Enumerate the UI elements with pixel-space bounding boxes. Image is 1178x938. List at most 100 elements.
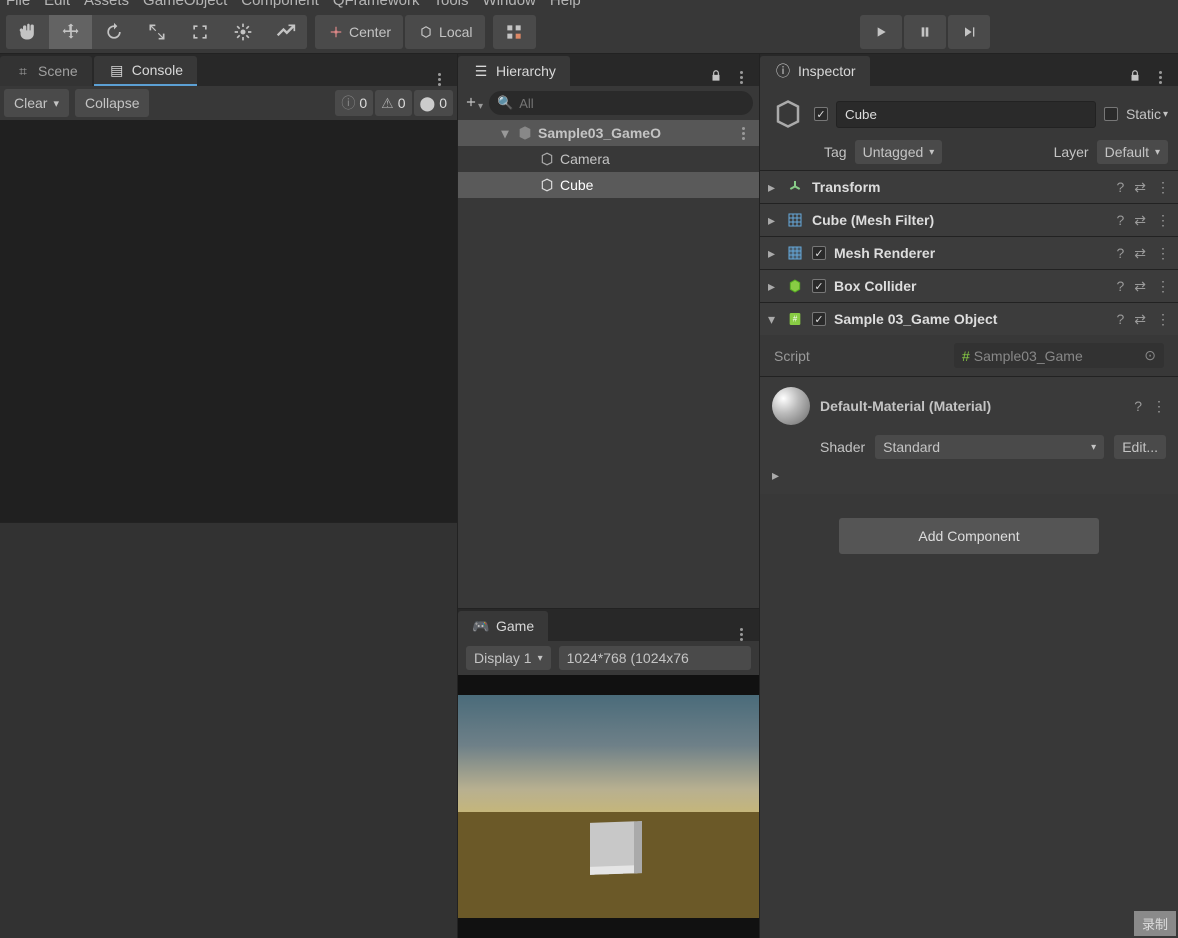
tree-item-cube[interactable]: Cube [458, 172, 759, 198]
lock-icon[interactable] [709, 69, 723, 86]
hierarchy-context-menu[interactable] [731, 71, 751, 84]
space-toggle[interactable]: Local [405, 15, 484, 49]
component-mesh-filter: ▸ Cube (Mesh Filter) ?⇄⋮ [760, 203, 1178, 236]
component-enabled-checkbox[interactable] [812, 246, 826, 260]
game-context-menu[interactable] [731, 628, 751, 641]
console-context-menu[interactable] [429, 73, 449, 86]
help-icon[interactable]: ? [1116, 311, 1124, 328]
fold-icon[interactable]: ▸ [768, 179, 778, 196]
console-info-count[interactable]: ⓘ0 [335, 90, 373, 116]
hand-tool[interactable] [6, 15, 49, 49]
tab-game[interactable]: 🎮 Game [458, 611, 548, 641]
help-icon[interactable]: ? [1116, 212, 1124, 229]
console-error-count[interactable]: ⬤0 [414, 90, 453, 116]
menu-icon[interactable]: ⋮ [1156, 212, 1170, 229]
preset-icon[interactable]: ⇄ [1134, 311, 1146, 328]
component-header[interactable]: ▸ Box Collider ?⇄⋮ [760, 270, 1178, 302]
move-tool[interactable] [49, 15, 92, 49]
console-warn-count[interactable]: ⚠0 [375, 90, 411, 116]
shader-dropdown[interactable]: Standard▾ [875, 435, 1104, 459]
menu-assets[interactable]: Assets [84, 0, 129, 9]
hierarchy-add[interactable]: ▾ [464, 95, 483, 112]
menu-gameobject[interactable]: GameObject [143, 0, 227, 9]
fold-icon[interactable]: ▸ [768, 245, 778, 262]
menu-window[interactable]: Window [483, 0, 536, 9]
menu-component[interactable]: Component [241, 0, 319, 9]
menu-icon[interactable]: ⋮ [1152, 398, 1166, 415]
scale-tool[interactable] [135, 15, 178, 49]
menu-tools[interactable]: Tools [434, 0, 469, 9]
console-icon: ▤ [108, 61, 126, 79]
mid-pane: ☰ Hierarchy ▾ 🔍 ▾ Sample03_GameO [458, 54, 760, 938]
component-header[interactable]: ▾ # Sample 03_Game Object ?⇄⋮ [760, 303, 1178, 335]
tab-inspector[interactable]: ⓘ Inspector [760, 56, 870, 86]
step-button[interactable] [948, 15, 990, 49]
object-picker-icon[interactable]: ⊙ [1144, 347, 1156, 364]
grid-snap-toggle[interactable] [493, 15, 536, 49]
fold-icon[interactable]: ▸ [768, 278, 778, 295]
resolution-dropdown[interactable]: 1024*768 (1024x76 [559, 646, 751, 670]
menu-icon[interactable]: ⋮ [1156, 245, 1170, 262]
display-dropdown[interactable]: Display 1▾ [466, 646, 551, 670]
component-header[interactable]: ▸ Cube (Mesh Filter) ?⇄⋮ [760, 204, 1178, 236]
inspector-context-menu[interactable] [1150, 71, 1170, 84]
pivot-toggle[interactable]: Center [315, 15, 403, 49]
tab-scene[interactable]: ⌗ Scene [0, 56, 92, 86]
fold-icon[interactable]: ▾ [768, 311, 778, 328]
search-icon: 🔍 [497, 95, 513, 111]
fold-icon[interactable]: ▸ [768, 212, 778, 229]
help-icon[interactable]: ? [1116, 278, 1124, 295]
help-icon[interactable]: ? [1116, 245, 1124, 262]
menu-qframework[interactable]: QFramework [333, 0, 420, 9]
layer-dropdown[interactable]: Default▾ [1097, 140, 1168, 164]
material-fold[interactable]: ▸ [772, 467, 779, 483]
menu-file[interactable]: File [6, 0, 30, 9]
script-label: Script [774, 348, 944, 364]
tab-console[interactable]: ▤ Console [94, 56, 197, 86]
edit-button[interactable]: Edit... [1114, 435, 1166, 459]
menu-help[interactable]: Help [550, 0, 581, 9]
fold-icon[interactable]: ▾ [498, 125, 512, 142]
hierarchy-search[interactable]: 🔍 [489, 91, 753, 115]
tag-dropdown[interactable]: Untagged▾ [855, 140, 943, 164]
static-label[interactable]: Static▾ [1126, 106, 1168, 122]
active-checkbox[interactable] [814, 107, 828, 121]
lock-icon[interactable] [1128, 69, 1142, 86]
preset-icon[interactable]: ⇄ [1134, 212, 1146, 229]
script-field[interactable]: # Sample03_Game ⊙ [954, 343, 1164, 368]
component-header[interactable]: ▸ Mesh Renderer ?⇄⋮ [760, 237, 1178, 269]
main: ⌗ Scene ▤ Console Clear Collapse ⓘ0 ⚠0 ⬤… [0, 54, 1178, 938]
help-icon[interactable]: ? [1134, 398, 1142, 414]
static-checkbox[interactable] [1104, 107, 1118, 121]
tab-hierarchy[interactable]: ☰ Hierarchy [458, 56, 570, 86]
menu-icon[interactable]: ⋮ [1156, 311, 1170, 328]
menu-icon[interactable]: ⋮ [1156, 179, 1170, 196]
preset-icon[interactable]: ⇄ [1134, 278, 1146, 295]
object-name-input[interactable] [836, 101, 1096, 128]
tree-item-camera[interactable]: Camera [458, 146, 759, 172]
rect-tool[interactable] [178, 15, 221, 49]
collider-icon [786, 277, 804, 295]
preset-icon[interactable]: ⇄ [1134, 245, 1146, 262]
play-button[interactable] [860, 15, 902, 49]
scene-row[interactable]: ▾ Sample03_GameO [458, 120, 759, 146]
rotate-tool[interactable] [92, 15, 135, 49]
component-script: ▾ # Sample 03_Game Object ?⇄⋮ Script # S… [760, 302, 1178, 376]
console-clear[interactable]: Clear [4, 89, 69, 117]
transform-icon [786, 178, 804, 196]
scene-menu[interactable] [733, 127, 753, 140]
console-collapse[interactable]: Collapse [75, 89, 149, 117]
menu-icon[interactable]: ⋮ [1156, 278, 1170, 295]
pause-button[interactable] [904, 15, 946, 49]
component-enabled-checkbox[interactable] [812, 312, 826, 326]
component-enabled-checkbox[interactable] [812, 279, 826, 293]
component-header[interactable]: ▸ Transform ?⇄⋮ [760, 171, 1178, 203]
preset-icon[interactable]: ⇄ [1134, 179, 1146, 196]
pivot-label: Center [349, 24, 391, 40]
help-icon[interactable]: ? [1116, 179, 1124, 196]
add-component-button[interactable]: Add Component [839, 518, 1099, 554]
transform-tool[interactable] [221, 15, 264, 49]
custom-tool[interactable] [264, 15, 307, 49]
hierarchy-search-input[interactable] [519, 96, 745, 111]
menu-edit[interactable]: Edit [44, 0, 70, 9]
